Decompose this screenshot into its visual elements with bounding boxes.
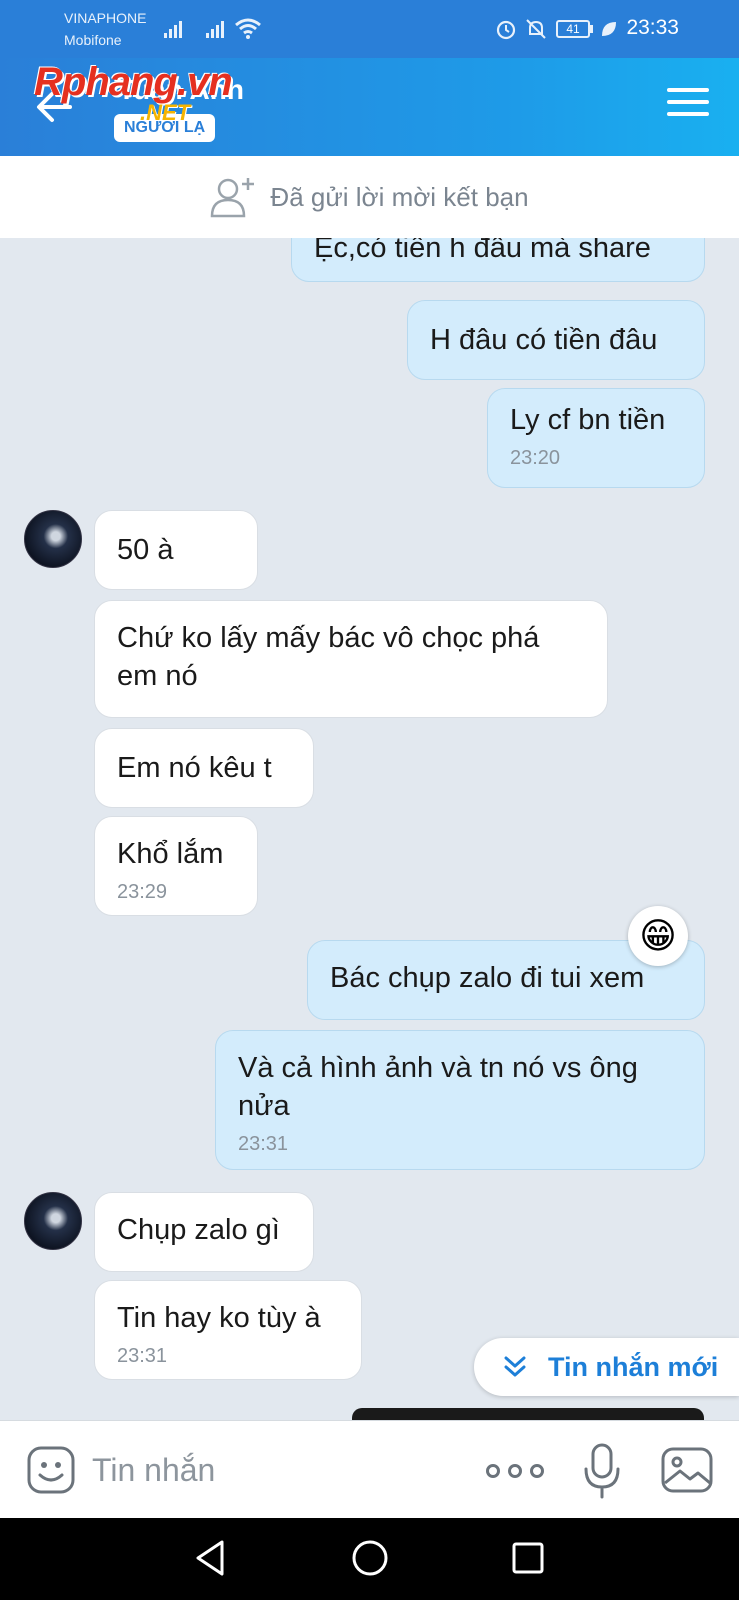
message-time: 23:31	[117, 1345, 168, 1367]
sticker-icon[interactable]	[26, 1445, 76, 1495]
message-list[interactable]: Ẹc,có tiền h đâu mà share H đâu có tiền …	[0, 238, 739, 1420]
message-text: Khổ lắm	[117, 838, 224, 870]
message-text: Chứ ko lấy mấy bác vô chọc phá em nó	[117, 622, 540, 692]
message-bubble-received[interactable]: Khổ lắm 23:29	[94, 816, 258, 916]
message-composer	[0, 1420, 739, 1518]
message-text: Và cả hình ảnh và tn nó vs ông nửa	[238, 1052, 638, 1122]
message-time: 23:29	[117, 881, 168, 903]
message-bubble-sent[interactable]: H đâu có tiền đâu	[407, 300, 705, 380]
message-bubble-received[interactable]: Chụp zalo gì	[94, 1192, 314, 1272]
chat-header: Tuấn Anh NGƯỜI LẠ Rphang.vn .NET	[0, 58, 739, 156]
signal-icon	[164, 18, 182, 38]
message-text: Em nó kêu t	[117, 752, 272, 784]
message-bubble-received[interactable]: 50 à	[94, 510, 258, 590]
contact-avatar[interactable]	[24, 1192, 82, 1250]
system-navigation-bar	[0, 1518, 739, 1600]
leaf-icon	[602, 22, 616, 36]
message-text: Chụp zalo gì	[117, 1214, 280, 1246]
menu-icon[interactable]	[667, 88, 709, 124]
more-options-icon[interactable]	[486, 1451, 544, 1491]
new-messages-label: Tin nhắn mới	[548, 1351, 719, 1382]
message-bubble-received[interactable]: Em nó kêu t	[94, 728, 314, 808]
watermark-logo: Rphang.vn	[34, 60, 233, 104]
message-text: Ẹc,có tiền h đâu mà share	[314, 238, 651, 264]
message-bubble-sent[interactable]: Ẹc,có tiền h đâu mà share	[291, 238, 705, 282]
message-time: 23:20	[510, 447, 561, 469]
message-input[interactable]	[92, 1445, 452, 1495]
add-friend-icon	[211, 178, 255, 218]
status-bar: VINAPHONE Mobifone 41 23:33	[0, 0, 739, 58]
nav-home-icon[interactable]	[350, 1538, 390, 1578]
carrier-name-1: VINAPHONE	[64, 10, 147, 26]
carrier-name-2: Mobifone	[64, 32, 122, 48]
nav-recent-apps-icon[interactable]	[510, 1540, 546, 1576]
battery-icon: 41	[556, 20, 590, 38]
message-text: Tin hay ko tùy à	[117, 1302, 321, 1334]
contact-avatar[interactable]	[24, 510, 82, 568]
message-bubble-sent[interactable]: Ly cf bn tiền 23:20	[487, 388, 705, 488]
message-bubble-received[interactable]: Tin hay ko tùy à 23:31	[94, 1280, 362, 1380]
image-gallery-icon[interactable]	[660, 1443, 714, 1497]
mute-notification-icon	[526, 19, 546, 39]
friend-request-bar: Đã gửi lời mời kết bạn	[0, 156, 739, 238]
message-text: Bác chụp zalo đi tui xem	[330, 962, 645, 994]
signal-icon	[206, 18, 224, 38]
microphone-icon[interactable]	[580, 1441, 624, 1501]
message-text: H đâu có tiền đâu	[430, 324, 658, 356]
watermark-suffix: .NET	[140, 100, 191, 125]
grin-reaction-icon[interactable]: 😁	[628, 906, 688, 966]
double-chevron-down-icon	[504, 1356, 526, 1377]
message-text: Ly cf bn tiền	[510, 404, 666, 436]
clock: 23:33	[626, 16, 679, 39]
nav-back-icon[interactable]	[192, 1538, 232, 1578]
wifi-icon	[235, 18, 261, 39]
reaction-emoji: 😁	[639, 915, 677, 956]
message-bubble-sent[interactable]: Và cả hình ảnh và tn nó vs ông nửa 23:31	[215, 1030, 705, 1170]
message-time: 23:31	[238, 1133, 289, 1155]
message-bubble-received[interactable]: Chứ ko lấy mấy bác vô chọc phá em nó	[94, 600, 608, 718]
alarm-icon	[496, 20, 516, 40]
new-messages-button[interactable]: Tin nhắn mới	[474, 1338, 739, 1396]
friend-request-status: Đã gửi lời mời kết bạn	[270, 181, 529, 212]
message-text: 50 à	[117, 534, 174, 566]
battery-level: 41	[566, 22, 580, 36]
